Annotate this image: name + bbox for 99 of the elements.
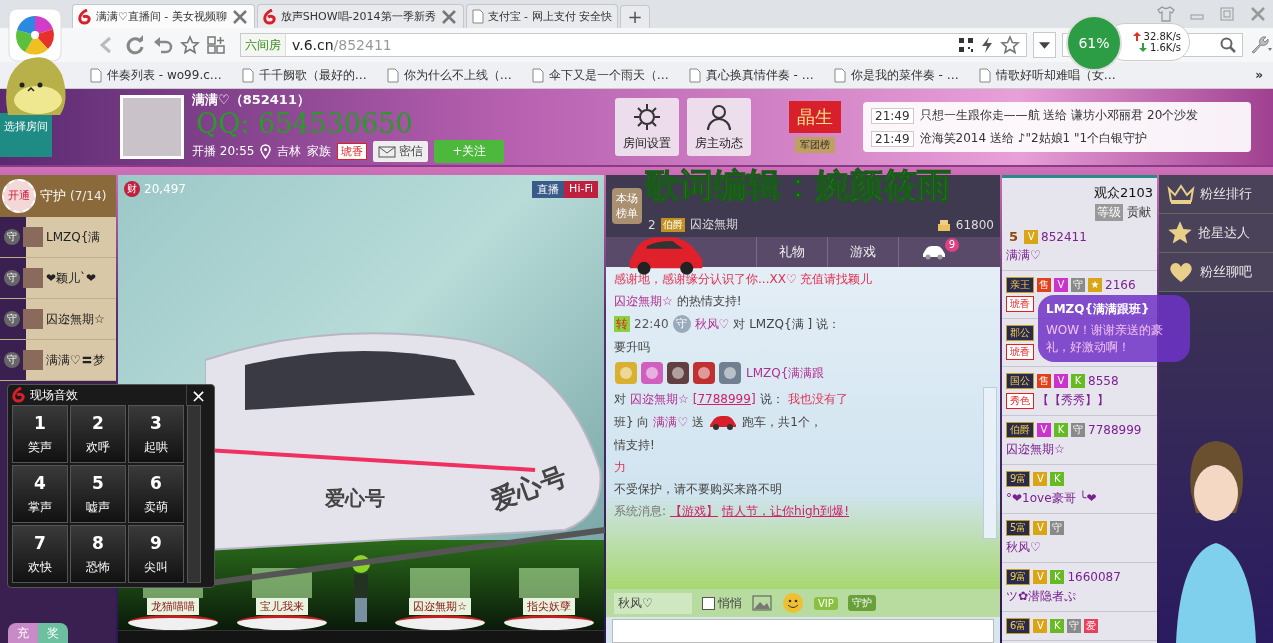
train-label: 爱心号	[486, 460, 571, 516]
family-badge: 琥香	[1006, 344, 1034, 360]
user-id: 8558	[1088, 374, 1119, 388]
user-name: °❤1ove豪哥 ╰❤	[1006, 490, 1097, 507]
count-badge: 9	[945, 238, 959, 252]
level-number: 5	[1008, 229, 1020, 244]
user-badge: V	[1024, 229, 1039, 244]
level-badge: 9富	[1006, 569, 1031, 585]
system-label: 系统消息:	[614, 503, 667, 519]
message-text: 对 LMZQ{满	[733, 316, 804, 332]
upload-speed: 32.8K/s	[1143, 31, 1181, 42]
user-badge: K	[1071, 374, 1085, 388]
message-text: 感谢地，感谢缘分认识了你...XX♡ 充值请找颖儿	[614, 271, 873, 287]
download-speed: 1.6K/s	[1149, 42, 1181, 53]
message-text: 不受保护，请不要购买来路不明	[614, 481, 782, 497]
family-badge: 琥香	[337, 143, 368, 160]
user-name: 囚迩無期☆	[1006, 441, 1065, 458]
user-badge: V	[1033, 570, 1048, 584]
user-badge: 爱	[1084, 619, 1099, 633]
bubble-sender: LMZQ{满满跟班}	[1046, 301, 1151, 318]
user-badge: 售	[1037, 374, 1051, 388]
user-badge: V	[1037, 423, 1051, 437]
user-badge: 售	[1037, 278, 1051, 292]
message-text: 送	[692, 414, 705, 430]
message-text: 要升吗	[614, 339, 650, 355]
level-badge: 5富	[1006, 520, 1031, 536]
rank-title-badge: 伯爵	[660, 217, 685, 232]
user-badge: ★	[1088, 278, 1102, 292]
notice-time: 21:49	[871, 107, 914, 124]
guard-badge: 守	[4, 311, 20, 327]
notice-text: 沧海笑2014 送给 ♪"2姑娘1 "1个白银守护	[919, 130, 1148, 147]
user-badge: K	[1050, 472, 1065, 486]
user-id: 7788999	[1088, 423, 1142, 437]
user-badge: V	[1033, 472, 1048, 486]
guard-count: (7/14)	[70, 189, 107, 203]
guard-badge: 守	[4, 229, 20, 245]
stream-badge: Hi-Fi	[564, 181, 598, 198]
user-badge: V	[1054, 374, 1068, 388]
message-text: 力	[614, 459, 626, 475]
message-text: 说：	[759, 391, 784, 407]
user-badge: K	[1050, 570, 1065, 584]
family-badge: 秀色	[1006, 392, 1034, 409]
message-text: 班} 向	[614, 414, 650, 430]
host-name: 满满♡（852411）	[192, 91, 311, 109]
message-text: 跑车，共1个，	[742, 414, 822, 430]
rank-number: 2	[648, 217, 656, 232]
repost-badge: 转	[614, 316, 630, 332]
user-id: 1660087	[1067, 570, 1121, 584]
lyrics-credit-overlay: 歌词编辑：婉颜筱雨	[645, 164, 951, 207]
family-label: 家族	[307, 143, 332, 160]
user-name: ツ✿潜隐者ぷ	[1006, 588, 1077, 605]
rank-score: 61800	[955, 217, 994, 232]
url-path: /852411	[333, 37, 392, 53]
guard-badge: 守	[4, 270, 20, 286]
message-text: ] 说：	[807, 316, 840, 332]
family-badge: 琥香	[1006, 296, 1034, 312]
start-time: 开播 20:55	[192, 143, 255, 160]
rank-name: 囚迩無期	[689, 216, 738, 233]
level-badge: 国公	[1006, 373, 1034, 389]
user-badge: 守	[1067, 619, 1082, 633]
stream-badge: 直播	[532, 181, 565, 198]
user-name: 满满♡	[1006, 247, 1041, 264]
message-text: 对	[614, 391, 626, 407]
url-host: v.6.cn	[292, 37, 334, 53]
message-text: 情支持!	[614, 437, 655, 453]
guard-badge: 守	[4, 352, 20, 368]
message-time: 22:40	[634, 316, 669, 332]
user-badge: 守	[1071, 278, 1085, 292]
user-name: 【【秀秀】】	[1037, 392, 1109, 409]
level-badge: 6富	[1006, 618, 1031, 634]
message-text: 我也没有了	[787, 391, 848, 407]
notice-time: 21:49	[871, 130, 914, 147]
user-badge: V	[1033, 521, 1048, 535]
audience-count: 观众2103	[1093, 184, 1153, 202]
message-text: 的热情支持!	[676, 293, 742, 309]
user-badge: V	[1054, 278, 1068, 292]
site-label: 六间房	[241, 34, 286, 56]
qq-number-overlay: QQ: 654530650	[196, 109, 413, 139]
user-id: 2166	[1105, 278, 1136, 292]
city-label: 吉林	[277, 143, 302, 160]
level-badge: 亲王	[1006, 277, 1034, 293]
bubble-text: WOW！谢谢亲送的豪礼，好激动啊！	[1046, 322, 1165, 356]
wealth-value: 20,497	[144, 182, 186, 196]
user-badge: V	[1033, 619, 1048, 633]
level-badge: 伯爵	[1006, 422, 1034, 438]
user-badge: K	[1054, 423, 1068, 437]
user-id: 852411	[1041, 229, 1087, 244]
user-badge: 守	[1071, 423, 1085, 437]
train-label: 爱心号	[325, 486, 385, 510]
user-badge: 守	[1050, 521, 1065, 535]
level-badge: 郡公	[1006, 325, 1034, 341]
level-badge: 9富	[1006, 471, 1031, 487]
wealth-badge: 财	[124, 181, 140, 197]
user-name: 秋风♡	[1006, 539, 1041, 556]
user-badge: K	[1050, 619, 1065, 633]
guard-badge: 守	[672, 315, 691, 333]
panel-title: 现场音效	[30, 386, 78, 404]
guard-title: 守护	[40, 187, 66, 205]
notice-text: 只想一生跟你走——航 送给 谦坊小邓丽君 20个沙发	[919, 107, 1199, 124]
